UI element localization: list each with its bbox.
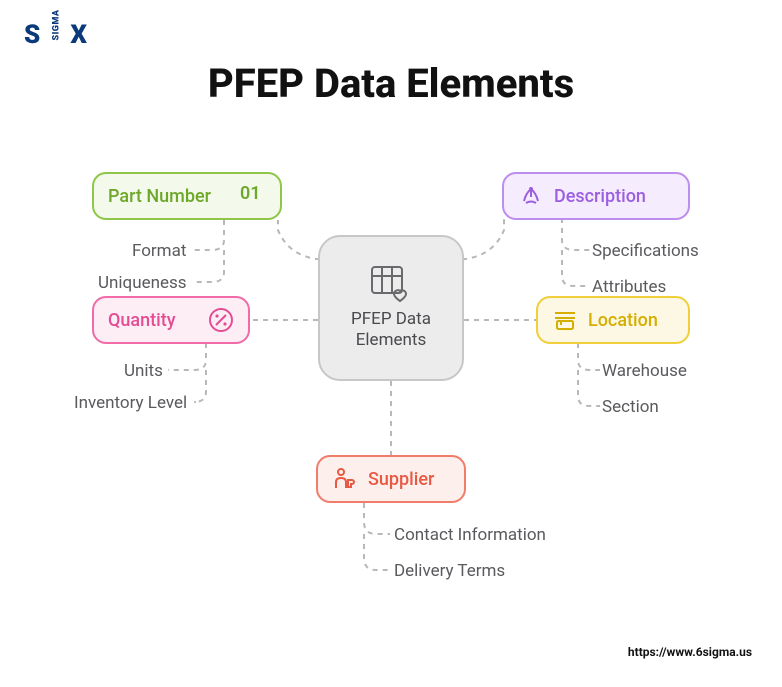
- center-label: PFEP Data Elements: [351, 309, 431, 352]
- number-01-icon: 01: [240, 183, 266, 209]
- sub-item: Specifications: [592, 241, 699, 261]
- sub-item: Contact Information: [394, 525, 546, 545]
- branch-quantity: Quantity: [92, 296, 250, 344]
- center-node: PFEP Data Elements: [318, 235, 464, 381]
- sub-item: Format: [132, 241, 186, 261]
- person-puzzle-icon: [332, 466, 358, 492]
- percent-circle-icon: [208, 307, 234, 333]
- sub-item: Uniqueness: [98, 273, 187, 293]
- sub-item: Warehouse: [602, 361, 687, 381]
- sub-item: Attributes: [592, 277, 666, 297]
- satellite-icon: [518, 183, 544, 209]
- sub-item: Delivery Terms: [394, 561, 505, 581]
- sub-item: Section: [602, 397, 659, 417]
- branch-label: Quantity: [108, 310, 176, 331]
- branch-supplier: Supplier: [316, 455, 466, 503]
- store-icon: [552, 307, 578, 333]
- branch-label: Supplier: [368, 469, 434, 490]
- branch-description: Description: [502, 172, 690, 220]
- branch-part-number: Part Number 01: [92, 172, 282, 220]
- branch-location: Location: [536, 296, 690, 344]
- sub-item: Units: [124, 361, 163, 381]
- branch-label: Description: [554, 186, 646, 207]
- branch-label: Part Number: [108, 186, 211, 207]
- footer-url: https://www.6sigma.us: [628, 645, 752, 659]
- sub-item: Inventory Level: [74, 393, 187, 413]
- branch-label: Location: [588, 310, 658, 331]
- table-heart-icon: [370, 265, 412, 303]
